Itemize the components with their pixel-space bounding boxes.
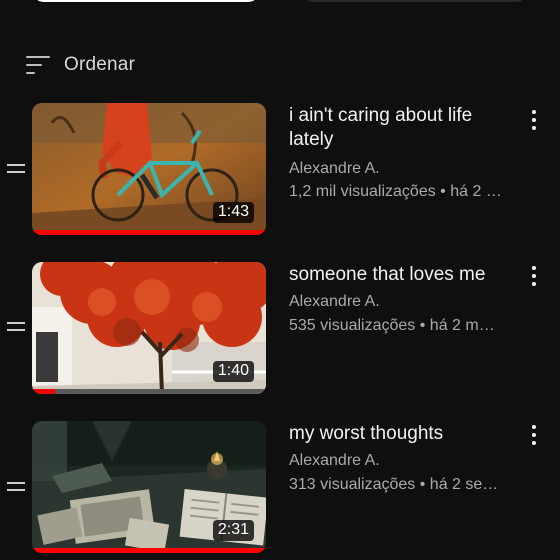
video-title[interactable]: my worst thoughts — [289, 422, 509, 446]
drag-handle-icon[interactable] — [7, 164, 25, 174]
progress-track — [32, 389, 266, 394]
shuffle-button[interactable] — [302, 0, 528, 2]
video-meta: 313 visualizações • há 2 se… — [289, 476, 499, 493]
duration-badge: 2:31 — [212, 520, 254, 541]
video-title[interactable]: someone that loves me — [289, 263, 509, 287]
video-thumbnail[interactable]: 1:43 — [32, 103, 266, 235]
channel-name: Alexandre A. — [289, 293, 380, 310]
watch-progress-bar — [32, 548, 266, 553]
list-item: 1:43 i ain't caring about life lately Al… — [0, 103, 560, 235]
sort-label: Ordenar — [64, 54, 136, 75]
list-item: 1:40 someone that loves me Alexandre A. … — [0, 262, 560, 394]
more-options-icon[interactable] — [524, 423, 544, 447]
sort-icon — [26, 53, 52, 77]
duration-badge: 1:40 — [212, 361, 254, 382]
play-all-button[interactable] — [32, 0, 260, 2]
duration-badge: 1:43 — [212, 202, 254, 223]
video-title[interactable]: i ain't caring about life lately — [289, 104, 509, 152]
video-meta: 535 visualizações • há 2 m… — [289, 317, 495, 334]
playlist-page: Ordenar 1:43 i ain't caring about life l… — [0, 0, 560, 560]
video-thumbnail[interactable]: 1:40 — [32, 262, 266, 394]
video-thumbnail[interactable]: 2:31 — [32, 421, 266, 553]
channel-name: Alexandre A. — [289, 160, 380, 177]
drag-handle-icon[interactable] — [7, 322, 25, 332]
watch-progress-bar — [32, 389, 56, 394]
list-item: 2:31 my worst thoughts Alexandre A. 313 … — [0, 421, 560, 553]
video-meta: 1,2 mil visualizações • há 2 … — [289, 183, 502, 200]
sort-button[interactable]: Ordenar — [26, 50, 135, 80]
watch-progress-bar — [32, 230, 266, 235]
more-options-icon[interactable] — [524, 264, 544, 288]
more-options-icon[interactable] — [524, 108, 544, 132]
drag-handle-icon[interactable] — [7, 482, 25, 492]
channel-name: Alexandre A. — [289, 452, 380, 469]
